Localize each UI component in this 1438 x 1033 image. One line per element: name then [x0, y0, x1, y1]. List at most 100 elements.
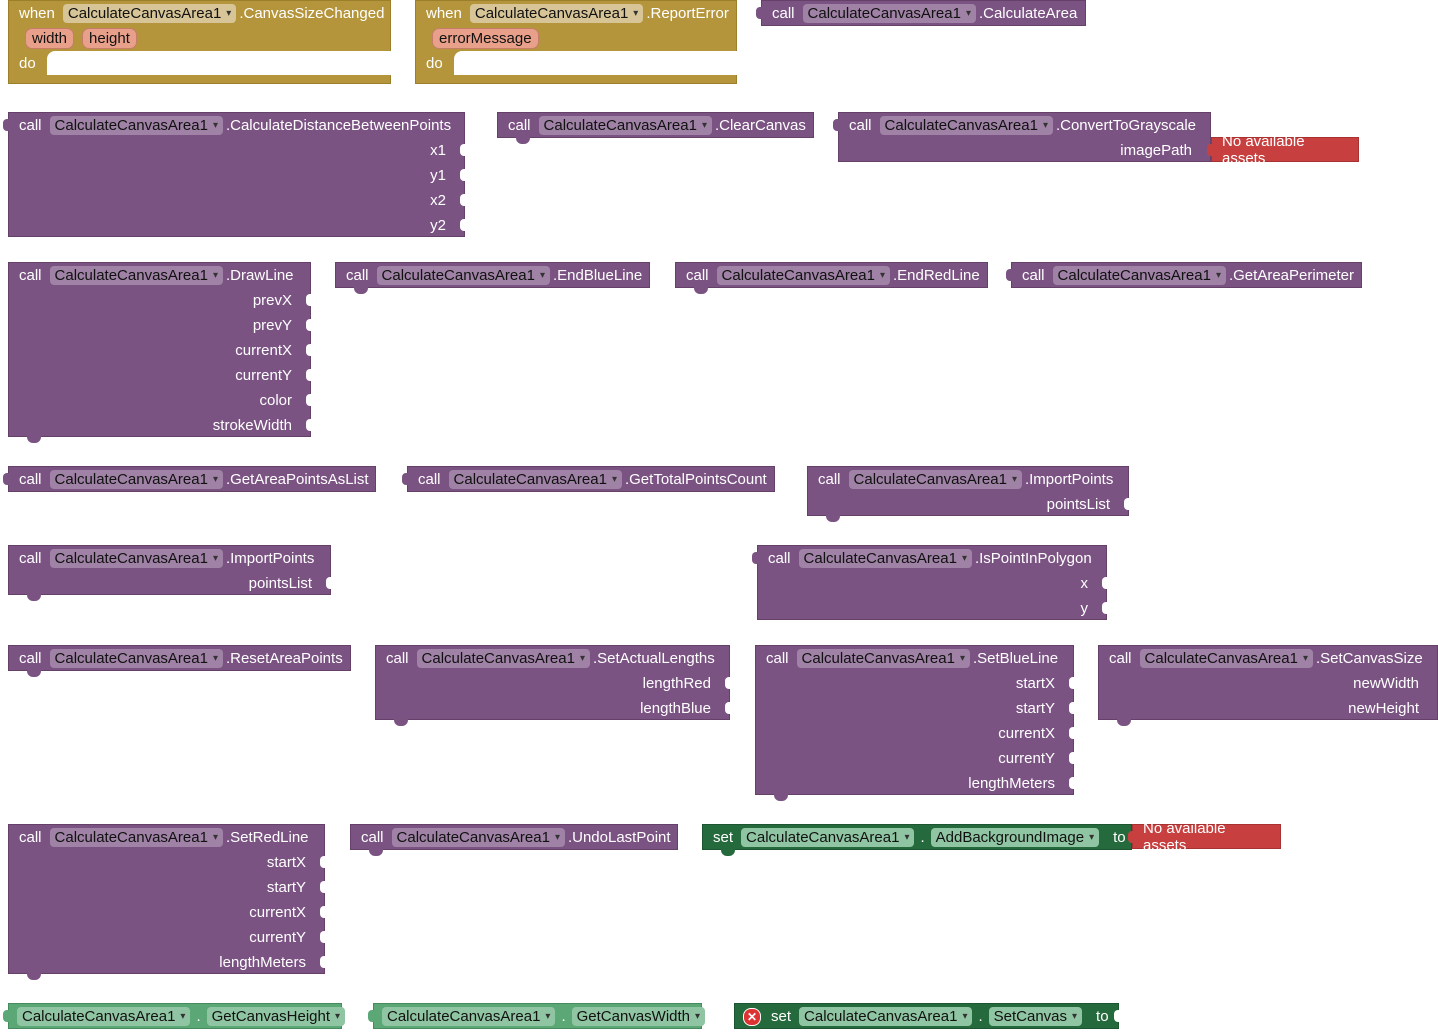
- input-socket[interactable]: [320, 906, 328, 918]
- call-is-point-in-polygon[interactable]: call CalculateCanvasArea1 ▾ .IsPointInPol…: [752, 545, 1110, 620]
- property-dropdown[interactable]: GetCanvasWidth ▾: [571, 1007, 706, 1026]
- param-height[interactable]: height: [82, 28, 137, 49]
- property-dropdown[interactable]: GetCanvasHeight ▾: [206, 1007, 346, 1026]
- input-socket[interactable]: [1124, 498, 1132, 510]
- get-canvas-width[interactable]: CalculateCanvasArea1 ▾ . GetCanvasWidth ▾: [368, 1003, 706, 1029]
- component-dropdown[interactable]: CalculateCanvasArea1 ▾: [716, 266, 890, 285]
- component-dropdown[interactable]: CalculateCanvasArea1 ▾: [416, 649, 590, 668]
- component-dropdown[interactable]: CalculateCanvasArea1 ▾: [799, 1007, 973, 1026]
- component-dropdown[interactable]: CalculateCanvasArea1 ▾: [49, 828, 223, 847]
- input-socket[interactable]: [1069, 777, 1077, 789]
- input-socket[interactable]: [1069, 677, 1077, 689]
- input-socket[interactable]: [306, 394, 314, 406]
- input-socket[interactable]: [1069, 727, 1077, 739]
- input-socket[interactable]: [460, 219, 468, 231]
- input-socket[interactable]: [306, 344, 314, 356]
- call-draw-line[interactable]: call CalculateCanvasArea1 ▾ .DrawLine pre…: [8, 262, 314, 443]
- chevron-down-icon: ▾: [212, 474, 218, 485]
- error-icon[interactable]: ✕: [743, 1007, 761, 1026]
- component-dropdown[interactable]: CalculateCanvasArea1 ▾: [376, 266, 550, 285]
- call-end-red-line[interactable]: call CalculateCanvasArea1 ▾ .EndRedLine: [675, 262, 988, 294]
- input-socket[interactable]: [320, 956, 328, 968]
- component-dropdown[interactable]: CalculateCanvasArea1 ▾: [848, 470, 1022, 489]
- input-socket[interactable]: [320, 856, 328, 868]
- asset-picker[interactable]: No available assets: [1128, 820, 1281, 854]
- component-dropdown[interactable]: CalculateCanvasArea1 ▾: [49, 649, 223, 668]
- input-socket[interactable]: [320, 881, 328, 893]
- do-slot[interactable]: [47, 51, 392, 75]
- component-dropdown[interactable]: CalculateCanvasArea1 ▾: [17, 1007, 191, 1026]
- method-name: .ResetAreaPoints: [225, 650, 343, 667]
- call-label: call: [849, 117, 872, 134]
- chevron-down-icon: ▾: [701, 120, 707, 131]
- event-canvas-size-changed[interactable]: when CalculateCanvasArea1 ▾ .CanvasSizeCh…: [8, 0, 392, 84]
- input-socket[interactable]: [1114, 1010, 1122, 1022]
- call-get-area-perimeter[interactable]: call CalculateCanvasArea1 ▾ .GetAreaPerim…: [1006, 262, 1362, 288]
- event-report-error[interactable]: when CalculateCanvasArea1 ▾ .ReportError …: [415, 0, 738, 84]
- input-socket[interactable]: [326, 577, 334, 589]
- input-socket[interactable]: [306, 369, 314, 381]
- input-socket[interactable]: [1102, 602, 1110, 614]
- call-set-canvas-size[interactable]: call CalculateCanvasArea1 ▾ .SetCanvasSiz…: [1098, 645, 1438, 726]
- component-dropdown[interactable]: CalculateCanvasArea1 ▾: [802, 4, 976, 23]
- input-socket[interactable]: [306, 319, 314, 331]
- method-name: .SetCanvasSize: [1315, 650, 1423, 667]
- input-socket[interactable]: [725, 677, 733, 689]
- input-socket[interactable]: [460, 144, 468, 156]
- call-import-points[interactable]: call CalculateCanvasArea1 ▾ .ImportPoints…: [8, 545, 334, 601]
- component-dropdown[interactable]: CalculateCanvasArea1 ▾: [1052, 266, 1226, 285]
- component-dropdown[interactable]: CalculateCanvasArea1 ▾: [1139, 649, 1313, 668]
- component-dropdown[interactable]: CalculateCanvasArea1 ▾: [796, 649, 970, 668]
- call-set-red-line[interactable]: call CalculateCanvasArea1 ▾ .SetRedLine s…: [8, 824, 328, 980]
- input-socket[interactable]: [320, 931, 328, 943]
- method-name: .GetAreaPointsAsList: [225, 471, 369, 488]
- param-error-message[interactable]: errorMessage: [432, 28, 539, 49]
- call-clear-canvas[interactable]: call CalculateCanvasArea1 ▾ .ClearCanvas: [497, 112, 814, 144]
- call-get-total-points-count[interactable]: call CalculateCanvasArea1 ▾ .GetTotalPoin…: [402, 466, 775, 492]
- input-socket[interactable]: [460, 169, 468, 181]
- component-dropdown[interactable]: CalculateCanvasArea1 ▾: [448, 470, 622, 489]
- asset-picker[interactable]: No available assets: [1207, 133, 1359, 167]
- param-current-x: currentX: [249, 904, 306, 921]
- input-socket[interactable]: [306, 419, 314, 431]
- call-convert-to-grayscale[interactable]: call CalculateCanvasArea1 ▾ .ConvertToGra…: [833, 112, 1211, 162]
- input-socket[interactable]: [306, 294, 314, 306]
- input-socket[interactable]: [460, 194, 468, 206]
- input-socket[interactable]: [1102, 577, 1110, 589]
- call-set-actual-lengths[interactable]: call CalculateCanvasArea1 ▾ .SetActualLen…: [375, 645, 733, 726]
- component-dropdown[interactable]: CalculateCanvasArea1 ▾: [382, 1007, 556, 1026]
- call-get-area-points-as-list[interactable]: call CalculateCanvasArea1 ▾ .GetAreaPoint…: [3, 466, 376, 492]
- property-dropdown[interactable]: AddBackgroundImage ▾: [930, 828, 1100, 847]
- input-socket[interactable]: [725, 702, 733, 714]
- call-calculate-area[interactable]: call CalculateCanvasArea1 ▾ .CalculateAre…: [756, 0, 1086, 26]
- input-socket[interactable]: [1069, 702, 1077, 714]
- when-label: when: [19, 5, 55, 22]
- call-import-points[interactable]: call CalculateCanvasArea1 ▾ .ImportPoints…: [807, 466, 1132, 522]
- call-calculate-distance[interactable]: call CalculateCanvasArea1 ▾ .CalculateDis…: [3, 112, 468, 237]
- component-dropdown[interactable]: CalculateCanvasArea1 ▾: [49, 470, 223, 489]
- component-dropdown[interactable]: CalculateCanvasArea1 ▾: [798, 549, 972, 568]
- set-add-background-image[interactable]: set CalculateCanvasArea1 ▾ . AddBackgroun…: [702, 824, 1132, 856]
- get-canvas-height[interactable]: CalculateCanvasArea1 ▾ . GetCanvasHeight ▾: [3, 1003, 346, 1029]
- call-label: call: [772, 5, 795, 22]
- chevron-down-icon: ▾: [1089, 832, 1095, 843]
- set-set-canvas[interactable]: ✕ set CalculateCanvasArea1 ▾ . SetCanvas ▾…: [734, 1003, 1122, 1029]
- component-dropdown[interactable]: CalculateCanvasArea1 ▾: [469, 4, 644, 23]
- component-dropdown[interactable]: CalculateCanvasArea1 ▾: [49, 116, 223, 135]
- component-dropdown[interactable]: CalculateCanvasArea1 ▾: [62, 4, 237, 23]
- property-dropdown[interactable]: SetCanvas ▾: [988, 1007, 1083, 1026]
- param-width[interactable]: width: [25, 28, 75, 49]
- call-reset-area-points[interactable]: call CalculateCanvasArea1 ▾ .ResetAreaPoi…: [8, 645, 351, 677]
- do-slot[interactable]: [454, 51, 738, 75]
- call-undo-last-point[interactable]: call CalculateCanvasArea1 ▾ .UndoLastPoin…: [350, 824, 678, 856]
- input-socket[interactable]: [1069, 752, 1077, 764]
- call-set-blue-line[interactable]: call CalculateCanvasArea1 ▾ .SetBlueLine …: [755, 645, 1077, 801]
- component-dropdown[interactable]: CalculateCanvasArea1 ▾: [879, 116, 1053, 135]
- component-dropdown[interactable]: CalculateCanvasArea1 ▾: [538, 116, 712, 135]
- component-dropdown[interactable]: CalculateCanvasArea1 ▾: [49, 266, 223, 285]
- call-end-blue-line[interactable]: call CalculateCanvasArea1 ▾ .EndBlueLine: [335, 262, 650, 294]
- component-dropdown[interactable]: CalculateCanvasArea1 ▾: [391, 828, 565, 847]
- component-dropdown[interactable]: CalculateCanvasArea1 ▾: [741, 828, 915, 847]
- param-y1: y1: [430, 167, 446, 184]
- component-dropdown[interactable]: CalculateCanvasArea1 ▾: [49, 549, 223, 568]
